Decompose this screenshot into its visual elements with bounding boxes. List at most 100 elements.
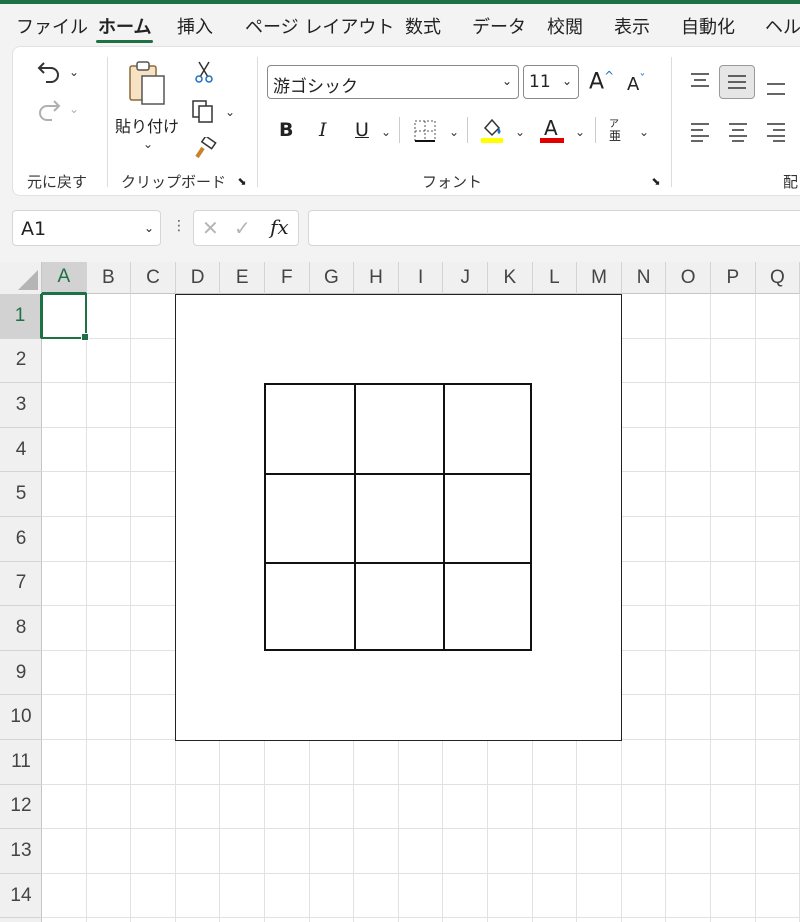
- board-cell[interactable]: [355, 385, 443, 473]
- row-header[interactable]: 1: [0, 294, 42, 339]
- column-header[interactable]: Q: [756, 262, 800, 294]
- column-header[interactable]: E: [220, 262, 265, 294]
- row-header[interactable]: 9: [0, 651, 42, 696]
- insert-function-button[interactable]: fx: [270, 215, 289, 239]
- column-header[interactable]: I: [399, 262, 444, 294]
- formula-input[interactable]: [308, 210, 800, 246]
- dialog-launcher-icon[interactable]: ⬊: [235, 174, 249, 188]
- font-size-select[interactable]: 11 ⌄: [523, 65, 579, 99]
- column-header[interactable]: D: [176, 262, 221, 294]
- tab-automate[interactable]: 自動化: [681, 13, 735, 39]
- column-header[interactable]: G: [310, 262, 355, 294]
- font-name-select[interactable]: 游ゴシック ⌄: [267, 65, 519, 99]
- row-header[interactable]: 10: [0, 695, 42, 740]
- board-cell[interactable]: [266, 385, 354, 473]
- fill-color-dropdown-chevron-icon[interactable]: ⌄: [515, 125, 525, 139]
- board-cell[interactable]: [444, 563, 532, 651]
- enter-icon[interactable]: ✓: [234, 216, 251, 240]
- row-header[interactable]: 4: [0, 428, 42, 473]
- cancel-icon[interactable]: ✕: [202, 216, 219, 240]
- grow-font-button[interactable]: A^: [589, 69, 614, 94]
- column-header[interactable]: M: [577, 262, 622, 294]
- borders-dropdown-chevron-icon[interactable]: ⌄: [449, 125, 459, 139]
- tab-review[interactable]: 校閲: [547, 13, 583, 39]
- shrink-font-letter: A: [627, 74, 640, 95]
- column-headers: ABCDEFGHIJKLMNOPQ: [0, 262, 800, 294]
- tic-tac-toe-board[interactable]: [264, 383, 532, 651]
- tab-formulas[interactable]: 数式: [405, 13, 441, 39]
- board-cell[interactable]: [444, 385, 532, 473]
- column-header[interactable]: N: [622, 262, 667, 294]
- row-header[interactable]: 6: [0, 517, 42, 562]
- shrink-font-button[interactable]: Aˇ: [627, 72, 645, 95]
- redo-icon[interactable]: [33, 95, 65, 123]
- copy-icon[interactable]: [189, 97, 217, 125]
- phonetic-dropdown-chevron-icon[interactable]: ⌄: [639, 125, 649, 139]
- board-cell[interactable]: [355, 563, 443, 651]
- align-bottom-icon[interactable]: [761, 73, 791, 103]
- underline-button[interactable]: U: [355, 119, 369, 141]
- dialog-launcher-icon[interactable]: ⬊: [649, 174, 663, 188]
- column-header[interactable]: F: [265, 262, 310, 294]
- column-header[interactable]: L: [533, 262, 578, 294]
- column-header[interactable]: K: [488, 262, 533, 294]
- board-cell[interactable]: [444, 474, 532, 562]
- tab-help[interactable]: ヘル: [765, 13, 800, 39]
- tab-page-layout[interactable]: ページ レイアウト: [245, 13, 394, 39]
- board-cell[interactable]: [266, 563, 354, 651]
- row-header[interactable]: 13: [0, 829, 42, 874]
- align-left-icon[interactable]: [685, 117, 715, 147]
- font-color-dropdown-chevron-icon[interactable]: ⌄: [575, 125, 585, 139]
- undo-dropdown-chevron-icon[interactable]: ⌄: [69, 65, 79, 79]
- tab-home[interactable]: ホーム: [95, 13, 154, 43]
- board-cell[interactable]: [355, 474, 443, 562]
- column-header[interactable]: J: [443, 262, 488, 294]
- column-header[interactable]: H: [354, 262, 399, 294]
- scissors-icon[interactable]: [191, 59, 217, 85]
- drawing-shape-square[interactable]: [175, 294, 622, 741]
- tab-insert[interactable]: 挿入: [177, 13, 213, 39]
- phonetic-guide-button[interactable]: ア 亜: [607, 115, 629, 145]
- undo-icon[interactable]: [33, 57, 65, 85]
- paste-dropdown-chevron-icon[interactable]: ⌄: [143, 137, 153, 151]
- tab-file[interactable]: ファイル: [16, 13, 88, 39]
- font-color-icon[interactable]: A: [537, 115, 567, 145]
- align-center-icon[interactable]: [723, 117, 753, 147]
- row-header[interactable]: 8: [0, 606, 42, 651]
- column-header[interactable]: O: [666, 262, 711, 294]
- gridline-horizontal: [42, 783, 800, 785]
- select-all-button[interactable]: [0, 262, 42, 294]
- redo-dropdown-chevron-icon[interactable]: ⌄: [69, 102, 79, 116]
- column-header[interactable]: C: [131, 262, 176, 294]
- row-header[interactable]: 11: [0, 740, 42, 785]
- active-cell-a1[interactable]: [41, 293, 89, 341]
- tab-data[interactable]: データ: [472, 13, 526, 39]
- grow-font-letter: A: [589, 69, 605, 95]
- board-cell[interactable]: [266, 474, 354, 562]
- borders-icon[interactable]: [411, 117, 439, 145]
- row-header[interactable]: 5: [0, 472, 42, 517]
- row-header[interactable]: 7: [0, 562, 42, 607]
- column-header[interactable]: A: [42, 262, 87, 294]
- format-painter-icon[interactable]: [191, 135, 219, 163]
- row-header[interactable]: 12: [0, 785, 42, 830]
- underline-dropdown-chevron-icon[interactable]: ⌄: [381, 125, 391, 139]
- row-header[interactable]: 14: [0, 874, 42, 919]
- align-right-icon[interactable]: [761, 117, 791, 147]
- italic-button[interactable]: I: [319, 119, 327, 141]
- row-header[interactable]: 3: [0, 383, 42, 428]
- more-options-icon[interactable]: ⋮: [172, 218, 186, 234]
- fill-color-icon[interactable]: [477, 115, 507, 145]
- group-divider: [107, 57, 108, 187]
- tab-view[interactable]: 表示: [614, 13, 650, 39]
- align-top-icon[interactable]: [685, 65, 715, 95]
- paste-button[interactable]: 貼り付け ⌄: [113, 57, 183, 157]
- column-header[interactable]: P: [711, 262, 756, 294]
- name-box[interactable]: A1 ⌄: [12, 210, 161, 246]
- worksheet-grid[interactable]: ABCDEFGHIJKLMNOPQ 1 2 3 4 5 6 7 8 9 10 11 12 13 14: [0, 262, 800, 922]
- align-middle-icon[interactable]: [719, 65, 755, 99]
- bold-button[interactable]: B: [279, 119, 293, 141]
- row-header[interactable]: 2: [0, 339, 42, 384]
- column-header[interactable]: B: [87, 262, 132, 294]
- copy-dropdown-chevron-icon[interactable]: ⌄: [225, 105, 235, 119]
